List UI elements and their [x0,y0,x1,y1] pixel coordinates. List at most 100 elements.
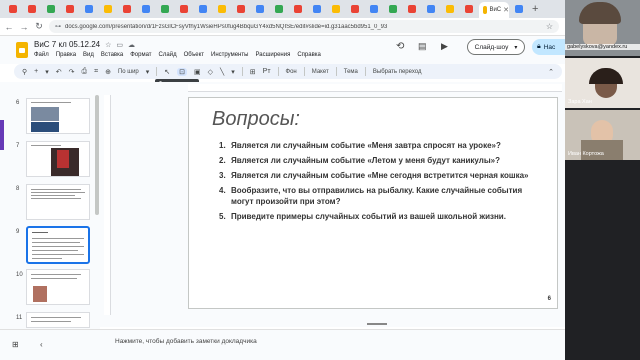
slide-thumbnail[interactable] [26,269,90,305]
cloud-status-icon[interactable]: ☁ [128,41,135,49]
browser-tab[interactable] [175,2,193,16]
browser-tab[interactable] [327,2,345,16]
filmstrip-scrollbar[interactable] [95,95,99,215]
slide-title[interactable]: Вопросы: [212,108,300,131]
paint-format-icon[interactable]: ⌗ [94,68,98,76]
browser-tab[interactable] [460,2,478,16]
undo-icon[interactable]: ↶ [56,68,62,76]
collapse-toolbar-icon[interactable]: ⌃ [548,68,554,76]
star-icon[interactable]: ☆ [105,41,111,49]
menu-item[interactable]: Инструменты [211,52,248,58]
menu-item[interactable]: Правка [56,52,76,58]
document-title[interactable]: ВиС 7 кл 05.12.24 [34,40,100,49]
toolbar-divider [303,67,305,76]
move-folder-icon[interactable]: ▭ [116,41,123,49]
menu-item[interactable]: Справка [297,52,321,58]
browser-tab[interactable] [118,2,136,16]
horizontal-ruler[interactable] [188,84,562,92]
line-dropdown-icon[interactable]: ▾ [231,68,235,76]
current-slide[interactable]: Вопросы: 1. Является ли случайным событие… [188,97,558,309]
speaker-notes-input[interactable]: Нажмите, чтобы добавить заметки докладчи… [115,338,257,345]
browser-tab[interactable] [80,2,98,16]
forward-icon[interactable]: → [19,22,29,32]
browser-tab[interactable] [137,2,155,16]
browser-tab[interactable] [422,2,440,16]
reload-icon[interactable]: ↻ [34,21,44,32]
browser-tab[interactable] [42,2,60,16]
grid-view-icon[interactable]: ⊞ [12,340,19,349]
layout-button[interactable]: Макет [312,69,329,75]
insert-image-icon[interactable]: ▣ [194,68,201,76]
new-slide-dropdown-icon[interactable]: ▾ [45,68,49,76]
zoom-dropdown-icon[interactable]: ▾ [146,68,150,76]
slide-thumbnail[interactable] [26,184,90,220]
menu-item[interactable]: Расширения [255,52,290,58]
select-arrow-icon[interactable]: ↖ [164,68,170,76]
meet-camera-icon[interactable]: ▶ [441,41,448,52]
background-button[interactable]: Фон [286,69,297,75]
collapse-filmstrip-icon[interactable]: ‹ [40,340,43,349]
browser-tab[interactable] [308,2,326,16]
zoom-select[interactable]: По шир [118,69,139,75]
comments-icon[interactable]: ▤ [418,41,427,52]
url-field[interactable]: ⊶ docs.google.com/presentation/d/1FzsGlC… [49,20,559,33]
browser-tab[interactable] [365,2,383,16]
version-history-icon[interactable]: ⟲ [396,41,404,52]
text-box-icon[interactable]: ⊡ [177,67,188,76]
vertical-ruler[interactable] [104,95,111,315]
browser-tab-active[interactable]: ВиС ✕ [479,2,509,18]
browser-tab[interactable] [99,2,117,16]
browser-tab[interactable] [441,2,459,16]
theme-button[interactable]: Тема [344,69,358,75]
new-slide-icon[interactable]: + [34,68,38,75]
browser-tab[interactable] [213,2,231,16]
video-tile-self[interactable]: gabelyskova@yandex.ru [565,0,640,56]
browser-tab[interactable] [510,2,528,16]
browser-tab[interactable] [289,2,307,16]
fill-color-icon[interactable]: Рт [263,68,271,75]
print-icon[interactable]: ⎙ [82,68,88,76]
document-title-row: ВиС 7 кл 05.12.24 ☆ ▭ ☁ [34,40,135,49]
tab-favicon-icon [66,5,74,13]
browser-tab[interactable] [61,2,79,16]
zoom-icon[interactable]: ⊕ [105,68,111,76]
chevron-down-icon[interactable]: ▾ [514,44,517,51]
slide-thumbnail[interactable] [26,141,90,177]
menu-item[interactable]: Вид [83,52,94,58]
back-icon[interactable]: ← [4,22,14,32]
slide-thumbnail[interactable] [26,312,90,328]
browser-tab[interactable] [23,2,41,16]
notes-resize-handle[interactable] [367,323,387,325]
bookmark-star-icon[interactable]: ☆ [546,22,553,31]
redo-icon[interactable]: ↷ [69,68,75,76]
browser-tab[interactable] [232,2,250,16]
browser-tab[interactable] [346,2,364,16]
slideshow-button[interactable]: Слайд-шоу ▾ [467,39,525,55]
slide-thumbnail[interactable] [26,98,90,134]
line-icon[interactable]: ╲ [220,68,224,76]
browser-tab[interactable] [384,2,402,16]
new-tab-icon[interactable]: + [532,3,538,15]
questions-list[interactable]: 1. Является ли случайным событие «Меня за… [219,140,539,226]
menu-item[interactable]: Формат [130,52,151,58]
slide-thumbnail-selected[interactable] [26,226,90,264]
menu-item[interactable]: Вставка [101,52,123,58]
browser-tab[interactable] [270,2,288,16]
comment-add-icon[interactable]: ⊞ [250,68,256,76]
shape-icon[interactable]: ◇ [208,68,213,76]
browser-tab[interactable] [156,2,174,16]
slides-logo-icon[interactable] [16,42,28,58]
menu-item[interactable]: Объект [184,52,204,58]
browser-tab[interactable] [403,2,421,16]
menu-item[interactable]: Слайд [159,52,177,58]
close-tab-icon[interactable]: ✕ [503,6,509,14]
video-tile-participant-2[interactable]: Иван Кортожа [565,110,640,160]
video-tile-participant-1[interactable]: Зара Хан [565,58,640,108]
browser-tab[interactable] [4,2,22,16]
browser-tab[interactable] [251,2,269,16]
transition-button[interactable]: Выбрать переход [373,69,422,75]
menu-item[interactable]: Файл [34,52,49,58]
site-info-icon[interactable]: ⊶ [55,23,61,30]
browser-tab[interactable] [194,2,212,16]
search-menus-icon[interactable]: ⚲ [22,68,27,76]
